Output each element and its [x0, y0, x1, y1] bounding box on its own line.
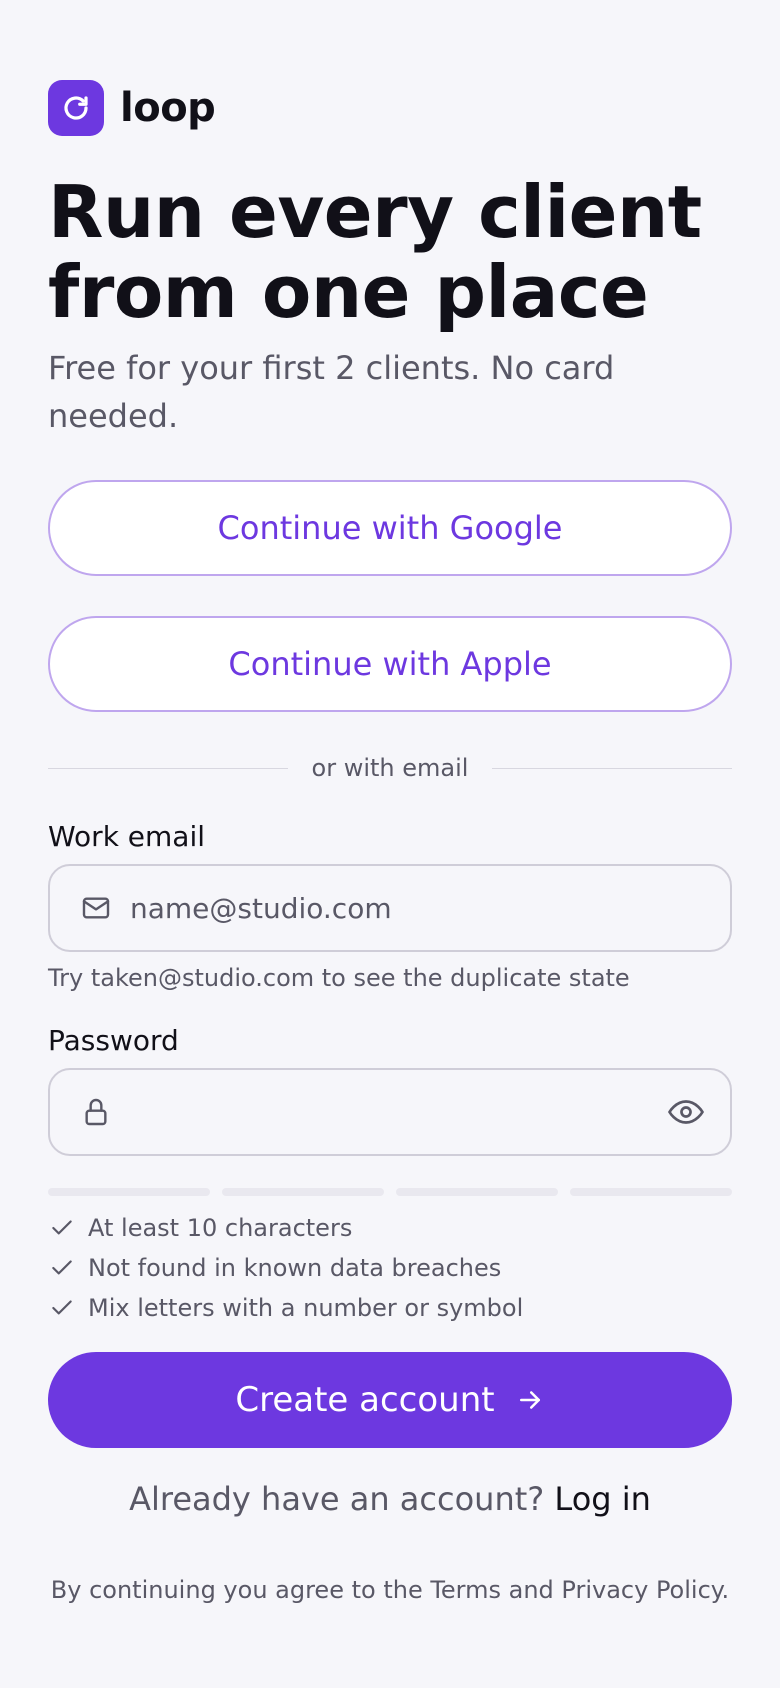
password-strength-meter: [48, 1188, 732, 1196]
password-rule: Mix letters with a number or symbol: [48, 1288, 732, 1328]
login-prompt: Already have an account? Log in: [0, 1480, 780, 1518]
email-label: Work email: [48, 820, 206, 853]
page-subtitle: Free for your first 2 clients. No card n…: [48, 349, 615, 435]
brand-name: loop: [120, 85, 216, 131]
divider-line: [48, 767, 288, 769]
legal-text: By continuing you agree to the Terms and…: [50, 1576, 730, 1604]
login-prompt-text: Already have an account?: [129, 1480, 545, 1518]
create-account-label: Create account: [235, 1380, 495, 1420]
divider-text: or with email: [311, 754, 469, 782]
password-label: Password: [48, 1024, 179, 1057]
brand-logo: loop: [48, 80, 216, 136]
password-rule-text: At least 10 characters: [88, 1214, 353, 1242]
log-in-link[interactable]: Log in: [554, 1480, 651, 1518]
divider: or with email: [48, 752, 733, 784]
strength-segment: [570, 1188, 732, 1196]
lock-icon: [74, 1090, 118, 1134]
strength-segment: [396, 1188, 558, 1196]
continue-with-apple-button[interactable]: Continue with Apple: [48, 616, 732, 712]
page-title: Run every client from one place: [48, 170, 702, 334]
continue-with-google-button[interactable]: Continue with Google: [48, 480, 732, 576]
password-rule-text: Not found in known data breaches: [88, 1254, 502, 1282]
password-rules: At least 10 characters Not found in know…: [48, 1208, 732, 1328]
password-rule: Not found in known data breaches: [48, 1248, 732, 1288]
email-field[interactable]: name@studio.com: [48, 864, 732, 952]
strength-segment: [48, 1188, 210, 1196]
strength-segment: [222, 1188, 384, 1196]
create-account-button[interactable]: Create account: [48, 1352, 732, 1448]
arrow-right-icon: [515, 1385, 545, 1415]
check-icon: [48, 1214, 76, 1242]
email-hint: Try taken@studio.com to see the duplicat…: [48, 964, 630, 992]
check-icon: [48, 1294, 76, 1322]
divider-line: [492, 767, 733, 769]
mail-icon: [74, 886, 118, 930]
password-rule-text: Mix letters with a number or symbol: [88, 1294, 524, 1322]
check-icon: [48, 1254, 76, 1282]
refresh-icon: [48, 80, 104, 136]
eye-icon[interactable]: [664, 1090, 708, 1134]
email-placeholder[interactable]: name@studio.com: [130, 892, 392, 925]
password-field[interactable]: [48, 1068, 732, 1156]
password-rule: At least 10 characters: [48, 1208, 732, 1248]
